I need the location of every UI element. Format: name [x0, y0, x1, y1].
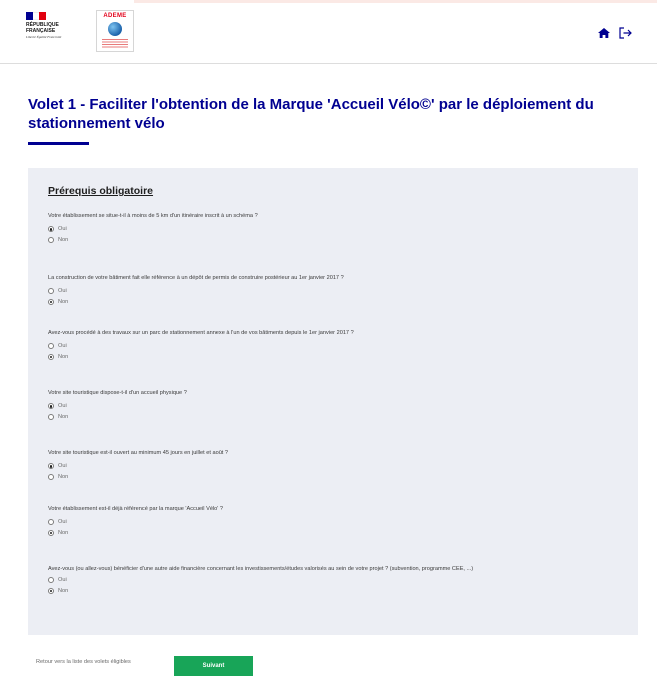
- question-label: Votre établissement se situe-t-il à moin…: [48, 213, 258, 219]
- radio-button[interactable]: [48, 403, 54, 410]
- radio-option-oui[interactable]: Oui: [48, 402, 633, 412]
- radio-option-non[interactable]: Non: [48, 235, 633, 245]
- back-to-list-link[interactable]: Retour vers la liste des volets éligible…: [36, 659, 131, 665]
- radio-option-label: Oui: [58, 226, 67, 233]
- question-block: Votre établissement se situe-t-il à moin…: [48, 213, 633, 245]
- page-title: Volet 1 - Faciliter l'obtention de la Ma…: [28, 96, 594, 132]
- radio-option-non[interactable]: Non: [48, 412, 633, 422]
- radio-option-oui[interactable]: Oui: [48, 576, 633, 586]
- radio-option-non[interactable]: Non: [48, 586, 633, 596]
- question-block: Votre établissement est-il déjà référenc…: [48, 506, 633, 538]
- radio-option-oui[interactable]: Oui: [48, 518, 633, 528]
- radio-option-oui[interactable]: Oui: [48, 342, 633, 352]
- question-block: Votre site touristique est-il ouvert au …: [48, 450, 633, 482]
- radio-option-label: Non: [58, 298, 69, 305]
- site-header: RÉPUBLIQUE FRANÇAISE Liberté Égalité Fra…: [0, 0, 657, 64]
- prerequisites-form: Prérequis obligatoire Votre établissemen…: [28, 168, 638, 635]
- question-label: Avez-vous procédé à des travaux sur un p…: [48, 330, 354, 336]
- logout-icon[interactable]: [619, 27, 632, 39]
- question-block: La construction de votre bâtiment fait e…: [48, 275, 633, 307]
- radio-option-label: Oui: [58, 343, 67, 350]
- republique-francaise-logo[interactable]: RÉPUBLIQUE FRANÇAISE Liberté Égalité Fra…: [26, 12, 76, 56]
- next-button[interactable]: Suivant: [174, 656, 253, 676]
- radio-option-oui[interactable]: Oui: [48, 462, 633, 472]
- radio-option-label: Non: [58, 529, 69, 536]
- radio-option-label: Non: [58, 413, 69, 420]
- radio-option-oui[interactable]: Oui: [48, 225, 633, 235]
- radio-button[interactable]: [48, 587, 54, 594]
- radio-option-label: Oui: [58, 519, 67, 526]
- radio-option-non[interactable]: Non: [48, 297, 633, 307]
- question-label: Avez-vous (ou allez-vous) bénéficier d'u…: [48, 566, 474, 572]
- ademe-logo[interactable]: ADEME: [96, 10, 134, 52]
- question-label: La construction de votre bâtiment fait e…: [48, 275, 344, 281]
- radio-option-label: Non: [58, 353, 69, 360]
- republic-logo-text: RÉPUBLIQUE FRANÇAISE: [26, 22, 59, 34]
- radio-option-label: Non: [58, 236, 69, 243]
- radio-button[interactable]: [48, 463, 54, 470]
- radio-option-label: Oui: [58, 577, 67, 584]
- radio-option-label: Oui: [58, 403, 67, 410]
- ademe-logo-text: ADEME: [103, 13, 127, 19]
- question-block: Votre site touristique dispose-t-il d'un…: [48, 390, 633, 422]
- question-label: Votre site touristique dispose-t-il d'un…: [48, 390, 187, 396]
- radio-option-label: Oui: [58, 288, 67, 295]
- globe-icon: [108, 22, 122, 36]
- home-icon[interactable]: [598, 28, 610, 38]
- radio-button[interactable]: [48, 473, 54, 480]
- section-title: Prérequis obligatoire: [48, 185, 154, 197]
- question-label: Votre établissement est-il déjà référenc…: [48, 506, 224, 512]
- radio-option-non[interactable]: Non: [48, 472, 633, 482]
- question-block: Avez-vous procédé à des travaux sur un p…: [48, 330, 633, 362]
- republic-motto: Liberté Égalité Fraternité: [26, 35, 62, 39]
- radio-button[interactable]: [48, 226, 54, 233]
- radio-button[interactable]: [48, 519, 54, 526]
- question-block: Avez-vous (ou allez-vous) bénéficier d'u…: [48, 566, 633, 596]
- radio-button[interactable]: [48, 577, 54, 584]
- radio-button[interactable]: [48, 343, 54, 350]
- radio-option-non[interactable]: Non: [48, 528, 633, 538]
- radio-option-label: Non: [58, 473, 69, 480]
- radio-option-oui[interactable]: Oui: [48, 287, 633, 297]
- question-label: Votre site touristique est-il ouvert au …: [48, 450, 229, 456]
- radio-option-label: Oui: [58, 463, 67, 470]
- radio-button[interactable]: [48, 298, 54, 305]
- radio-button[interactable]: [48, 236, 54, 243]
- title-underline: [28, 142, 89, 145]
- radio-button[interactable]: [48, 413, 54, 420]
- flag-icon: [26, 12, 47, 20]
- radio-button[interactable]: [48, 288, 54, 295]
- radio-button[interactable]: [48, 353, 54, 360]
- radio-option-label: Non: [58, 587, 69, 594]
- radio-button[interactable]: [48, 529, 54, 536]
- ademe-tagline-graphic: [102, 39, 128, 48]
- radio-option-non[interactable]: Non: [48, 352, 633, 362]
